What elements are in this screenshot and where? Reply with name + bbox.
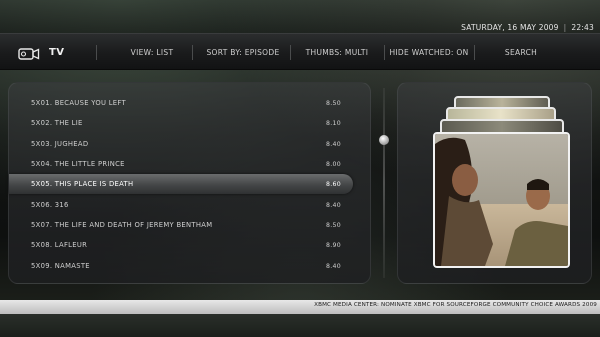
clock-text: 22:43	[571, 22, 594, 32]
header-divider	[290, 45, 291, 60]
episode-rating: 8.60	[326, 180, 341, 188]
news-ticker: XBMC MEDIA CENTER: NOMINATE XBMC FOR SOU…	[314, 302, 597, 308]
episode-title: 5X08. LAFLEUR	[31, 241, 88, 249]
header-divider	[96, 45, 97, 60]
episode-title: 5X04. THE LITTLE PRINCE	[31, 160, 125, 168]
sort-by-button[interactable]: SORT BY: EPISODE	[196, 34, 290, 71]
search-button[interactable]: SEARCH	[482, 34, 560, 71]
episode-rating: 8.40	[326, 201, 341, 209]
list-item[interactable]: 5X03. JUGHEAD 8.40	[9, 134, 372, 154]
episode-list: 5X01. BECAUSE YOU LEFT 8.50 5X02. THE LI…	[8, 82, 371, 284]
section-heading: TV	[18, 34, 64, 71]
header-bar: TV VIEW: LIST SORT BY: EPISODE THUMBS: M…	[0, 33, 600, 70]
episode-title: 5X09. NAMASTE	[31, 262, 90, 270]
hide-watched-toggle[interactable]: HIDE WATCHED: ON	[386, 34, 472, 71]
top-bar: SATURDAY, 16 MAY 2009 | 22:43	[0, 0, 600, 33]
list-item[interactable]: 5X09. NAMASTE 8.40	[9, 256, 372, 276]
section-title: TV	[49, 47, 65, 58]
date-text: SATURDAY, 16 MAY 2009	[461, 22, 559, 32]
episode-title: 5X03. JUGHEAD	[31, 140, 89, 148]
list-item-selected[interactable]: 5X05. THIS PLACE IS DEATH 8.60	[9, 174, 353, 194]
episode-title: 5X01. BECAUSE YOU LEFT	[31, 99, 126, 107]
view-mode-button[interactable]: VIEW: LIST	[112, 34, 192, 71]
list-item[interactable]: 5X04. THE LITTLE PRINCE 8.00	[9, 154, 372, 174]
list-item[interactable]: 5X06. 316 8.40	[9, 195, 372, 215]
episode-title: 5X05. THIS PLACE IS DEATH	[31, 180, 134, 188]
episode-rating: 8.00	[326, 160, 341, 168]
header-divider	[474, 45, 475, 60]
header-divider	[192, 45, 193, 60]
header-divider	[384, 45, 385, 60]
list-item[interactable]: 5X07. THE LIFE AND DEATH OF JEREMY BENTH…	[9, 215, 372, 235]
episode-rating: 8.50	[326, 221, 341, 229]
episode-rating: 8.10	[326, 119, 341, 127]
datetime-separator: |	[563, 22, 567, 32]
episode-rating: 8.40	[326, 262, 341, 270]
scrollbar-thumb[interactable]	[379, 135, 389, 145]
episode-thumbnail	[433, 132, 570, 268]
datetime: SATURDAY, 16 MAY 2009 | 22:43	[461, 21, 594, 33]
episode-title: 5X07. THE LIFE AND DEATH OF JEREMY BENTH…	[31, 221, 213, 229]
episode-title: 5X06. 316	[31, 201, 69, 209]
list-item[interactable]: 5X01. BECAUSE YOU LEFT 8.50	[9, 93, 372, 113]
list-item[interactable]: 5X02. THE LIE 8.10	[9, 113, 372, 133]
episode-rating: 8.40	[326, 140, 341, 148]
scrollbar-track[interactable]	[383, 88, 385, 278]
bottom-background	[0, 314, 600, 337]
tv-camera-icon	[18, 46, 40, 60]
episode-title: 5X02. THE LIE	[31, 119, 83, 127]
thumbs-mode-button[interactable]: THUMBS: MULTI	[292, 34, 382, 71]
list-item[interactable]: 5X08. LAFLEUR 8.90	[9, 235, 372, 255]
episode-rating: 8.90	[326, 241, 341, 249]
episode-rating: 8.50	[326, 99, 341, 107]
